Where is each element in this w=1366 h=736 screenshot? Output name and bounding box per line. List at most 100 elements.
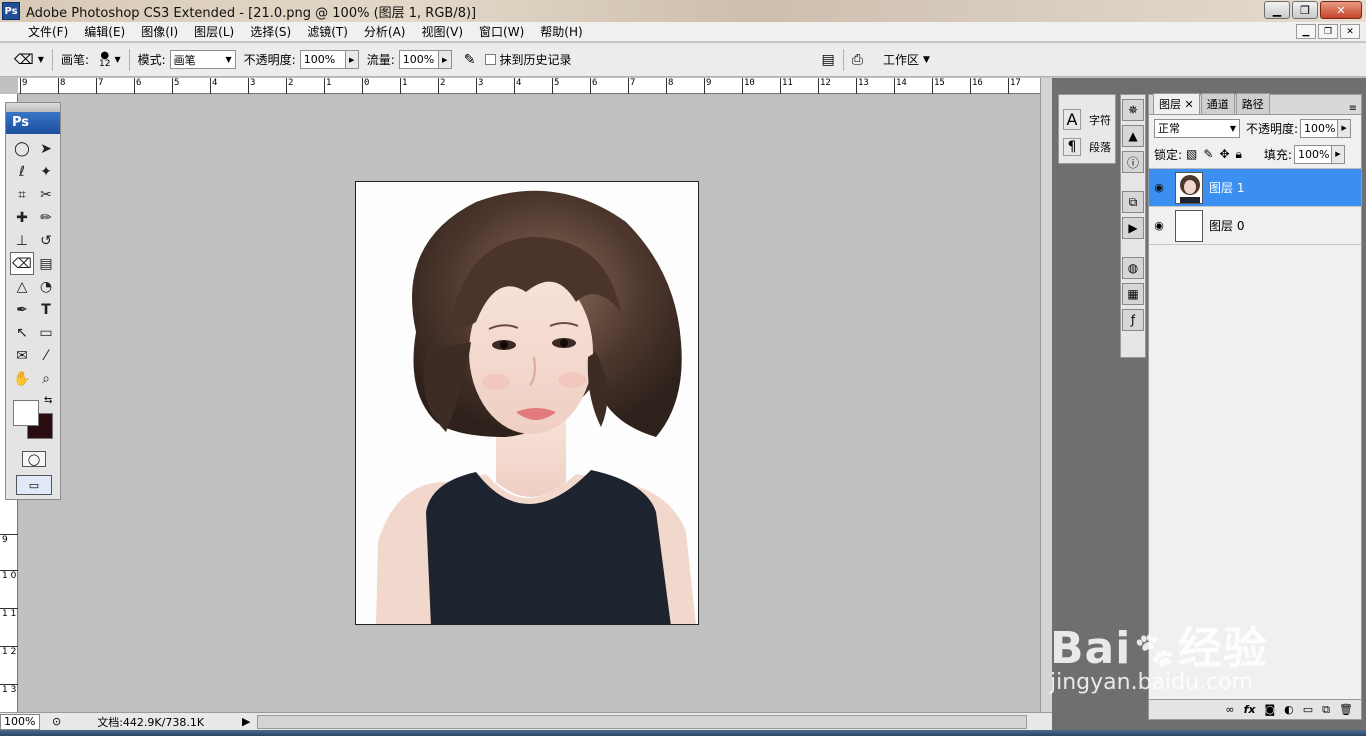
styles-icon[interactable]: ƒ (1122, 309, 1144, 331)
tool-preset-picker[interactable]: ⌫ ▼ (14, 52, 44, 68)
menu-view[interactable]: 视图(V) (413, 23, 471, 40)
mode-select[interactable]: 画笔 ▼ (169, 50, 236, 69)
tab-layers[interactable]: 图层 ✕ (1153, 93, 1200, 114)
fill-input[interactable]: 100% (1293, 144, 1332, 164)
doc-minimize-button[interactable]: ▁ (1296, 24, 1316, 39)
erase-history-checkbox[interactable]: 抹到历史记录 (485, 51, 572, 68)
history-icon[interactable]: ⧉ (1122, 191, 1144, 213)
navigator-icon[interactable]: ✵ (1122, 99, 1144, 121)
lasso-tool-icon[interactable]: ℓ (10, 160, 34, 183)
bridge-icon[interactable]: ⎙ (852, 52, 863, 68)
group-icon[interactable]: ▭ (1303, 703, 1313, 716)
zoom-tool-icon[interactable]: ⌕ (34, 367, 58, 390)
minimize-button[interactable]: ▁ (1264, 1, 1290, 19)
menu-filter[interactable]: 滤镜(T) (299, 23, 356, 40)
shape-tool-icon[interactable]: ▭ (34, 321, 58, 344)
menu-select[interactable]: 选择(S) (242, 23, 299, 40)
panel-menu-icon[interactable]: ≡ (1349, 103, 1357, 114)
character-panel-group: A 字符 ¶ 段落 (1058, 94, 1116, 164)
crop-tool-icon[interactable]: ⌗ (10, 183, 34, 206)
fill-slider[interactable]: ▶ (1331, 144, 1345, 164)
layer-name: 图层 1 (1209, 181, 1245, 195)
slice-tool-icon[interactable]: ✂ (34, 183, 58, 206)
swap-colors-icon[interactable]: ⇆ (44, 395, 52, 406)
magic-wand-tool-icon[interactable]: ✦ (34, 160, 58, 183)
airbrush-button[interactable]: ✎ (464, 52, 476, 68)
toolbox-grip[interactable] (6, 103, 60, 112)
tab-paths[interactable]: 路径 (1235, 93, 1270, 114)
eyedropper-tool-icon[interactable]: ⁄ (34, 344, 58, 367)
blur-tool-icon[interactable]: △ (10, 275, 34, 298)
lock-all-icon[interactable]: 🔒︎ (1236, 147, 1242, 162)
visibility-eye-icon[interactable]: ◉ (1149, 181, 1169, 194)
lock-pixels-icon[interactable]: ✎ (1203, 147, 1213, 161)
hand-tool-icon[interactable]: ✋ (10, 367, 34, 390)
close-button[interactable]: ✕ (1320, 1, 1362, 19)
mask-icon[interactable]: ◙ (1264, 703, 1275, 716)
healing-brush-tool-icon[interactable]: ✚ (10, 206, 34, 229)
brush-tool-icon[interactable]: ✏ (34, 206, 58, 229)
swatches-icon[interactable]: ▦ (1122, 283, 1144, 305)
type-tool-icon[interactable]: T (34, 298, 58, 321)
workspace-menu[interactable]: 工作区 ▼ (883, 51, 930, 68)
horizontal-scrollbar[interactable] (256, 714, 1027, 729)
doc-close-button[interactable]: ✕ (1340, 24, 1360, 39)
menu-window[interactable]: 窗口(W) (471, 23, 532, 40)
color-icon[interactable]: ◍ (1122, 257, 1144, 279)
actions-icon[interactable]: ▶ (1122, 217, 1144, 239)
marquee-tool-icon[interactable]: ◯ (10, 137, 34, 160)
notes-tool-icon[interactable]: ✉ (10, 344, 34, 367)
screen-mode-button[interactable]: ▭ (16, 475, 52, 495)
zoom-level-input[interactable]: 100% (0, 713, 40, 730)
blend-mode-select[interactable]: 正常 ▼ (1154, 118, 1240, 138)
maximize-button[interactable]: ❐ (1292, 1, 1318, 19)
status-arrow-icon[interactable]: ▶ (242, 715, 250, 728)
menu-image[interactable]: 图像(I) (133, 23, 186, 40)
layer-opacity-input[interactable]: 100% (1300, 118, 1339, 138)
character-panel-button[interactable]: 字符 (1089, 112, 1111, 128)
link-icon[interactable]: ∞ (1225, 703, 1234, 716)
fx-icon[interactable]: fx (1244, 703, 1256, 716)
visibility-eye-icon[interactable]: ◉ (1149, 219, 1169, 232)
character-icon[interactable]: A (1063, 109, 1081, 130)
doc-restore-button[interactable]: ❐ (1318, 24, 1338, 39)
clone-stamp-tool-icon[interactable]: ⊥ (10, 229, 34, 252)
layer-opacity-slider[interactable]: ▶ (1338, 118, 1352, 138)
dodge-tool-icon[interactable]: ◔ (34, 275, 58, 298)
gradient-tool-icon[interactable]: ▤ (34, 252, 58, 275)
opacity-slider-button[interactable]: ▶ (345, 50, 359, 69)
adjustment-icon[interactable]: ◐ (1284, 703, 1294, 716)
menu-file[interactable]: 文件(F) (20, 23, 76, 40)
document-canvas[interactable] (355, 181, 699, 625)
menu-edit[interactable]: 编辑(E) (76, 23, 133, 40)
paragraph-icon[interactable]: ¶ (1063, 138, 1081, 156)
canvas-area: 9 8 7 6 5 4 3 2 1 0 1 2 3 4 5 6 7 8 9 10 11 12 13 14 15 16 17 9 1 … (0, 78, 1052, 712)
status-menu-icon[interactable]: ⊙ (52, 715, 61, 728)
eraser-tool-icon[interactable]: ⌫ (10, 252, 34, 275)
quick-mask-button[interactable]: ◯ (22, 451, 46, 467)
layer-row-0[interactable]: ◉ 图层 0 (1149, 207, 1361, 245)
layer-row-1[interactable]: ◉ 图层 1 (1149, 169, 1361, 207)
menu-analysis[interactable]: 分析(A) (356, 23, 414, 40)
flow-input[interactable]: 100% (398, 50, 439, 69)
menu-layer[interactable]: 图层(L) (186, 23, 242, 40)
info-icon[interactable]: ⓘ (1122, 151, 1144, 173)
move-tool-icon[interactable]: ➤ (34, 137, 58, 160)
brush-picker[interactable]: ● 12 (99, 50, 110, 69)
lock-position-icon[interactable]: ✥ (1219, 147, 1229, 161)
palette-well-icon[interactable]: ▤ (822, 52, 835, 68)
new-layer-icon[interactable]: ⧉ (1322, 703, 1330, 717)
flow-slider-button[interactable]: ▶ (438, 50, 452, 69)
tab-channels[interactable]: 通道 (1200, 93, 1235, 114)
color-swatches[interactable] (13, 400, 55, 440)
pen-tool-icon[interactable]: ✒ (10, 298, 34, 321)
histogram-icon[interactable]: ▲ (1122, 125, 1144, 147)
menu-help[interactable]: 帮助(H) (532, 23, 590, 40)
history-brush-tool-icon[interactable]: ↺ (34, 229, 58, 252)
path-selection-tool-icon[interactable]: ↖ (10, 321, 34, 344)
lock-transparency-icon[interactable]: ▧ (1186, 147, 1197, 161)
foreground-color-swatch[interactable] (13, 400, 39, 426)
trash-icon[interactable]: 🗑︎ (1339, 703, 1353, 716)
paragraph-panel-button[interactable]: 段落 (1089, 139, 1111, 155)
opacity-input[interactable]: 100% (299, 50, 346, 69)
